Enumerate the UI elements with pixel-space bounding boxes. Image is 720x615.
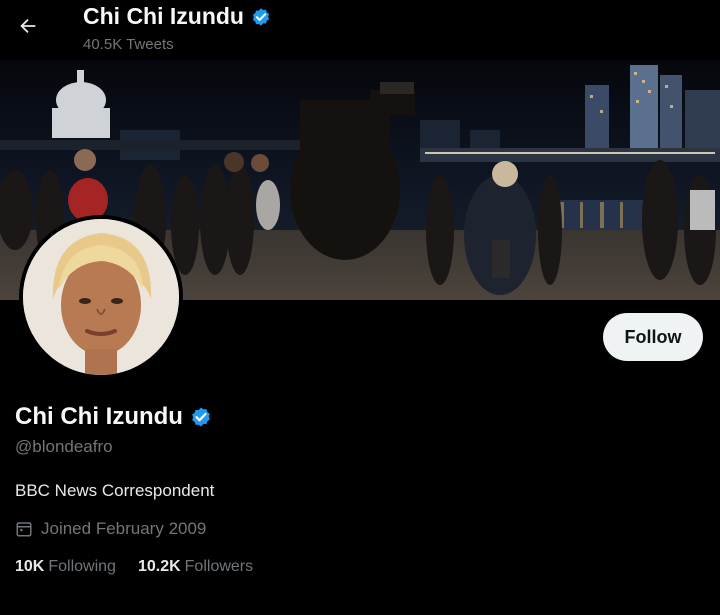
follow-stats: 10K Following 10.2K Followers — [15, 558, 253, 576]
follow-button[interactable]: Follow — [603, 313, 703, 361]
back-button[interactable] — [14, 12, 42, 40]
header-display-name: Chi Chi Izundu — [83, 3, 244, 29]
following-label: Following — [48, 558, 116, 575]
profile-display-name: Chi Chi Izundu — [15, 403, 183, 430]
top-bar: Chi Chi Izundu 40.5K Tweets — [0, 0, 720, 60]
verified-badge-icon — [192, 407, 210, 427]
profile-name: Chi Chi Izundu — [15, 403, 213, 431]
joined-date: Joined February 2009 — [15, 519, 206, 539]
verified-badge-icon — [252, 7, 270, 26]
following-link[interactable]: 10K Following — [15, 558, 116, 576]
followers-label: Followers — [184, 558, 254, 575]
following-count: 10K — [15, 558, 45, 575]
profile-handle: @blondeafro — [15, 437, 113, 456]
profile-avatar[interactable] — [19, 215, 183, 379]
arrow-left-icon — [20, 18, 36, 34]
avatar-photo — [23, 219, 179, 375]
profile-bio: BBC News Correspondent — [15, 481, 215, 500]
followers-count: 10.2K — [137, 558, 181, 575]
followers-link[interactable]: 10.2K Followers — [138, 558, 253, 576]
tweet-count: 40.5K Tweets — [83, 36, 174, 53]
calendar-icon — [16, 522, 32, 537]
header-title: Chi Chi Izundu — [83, 3, 272, 30]
joined-text: Joined February 2009 — [41, 519, 207, 538]
